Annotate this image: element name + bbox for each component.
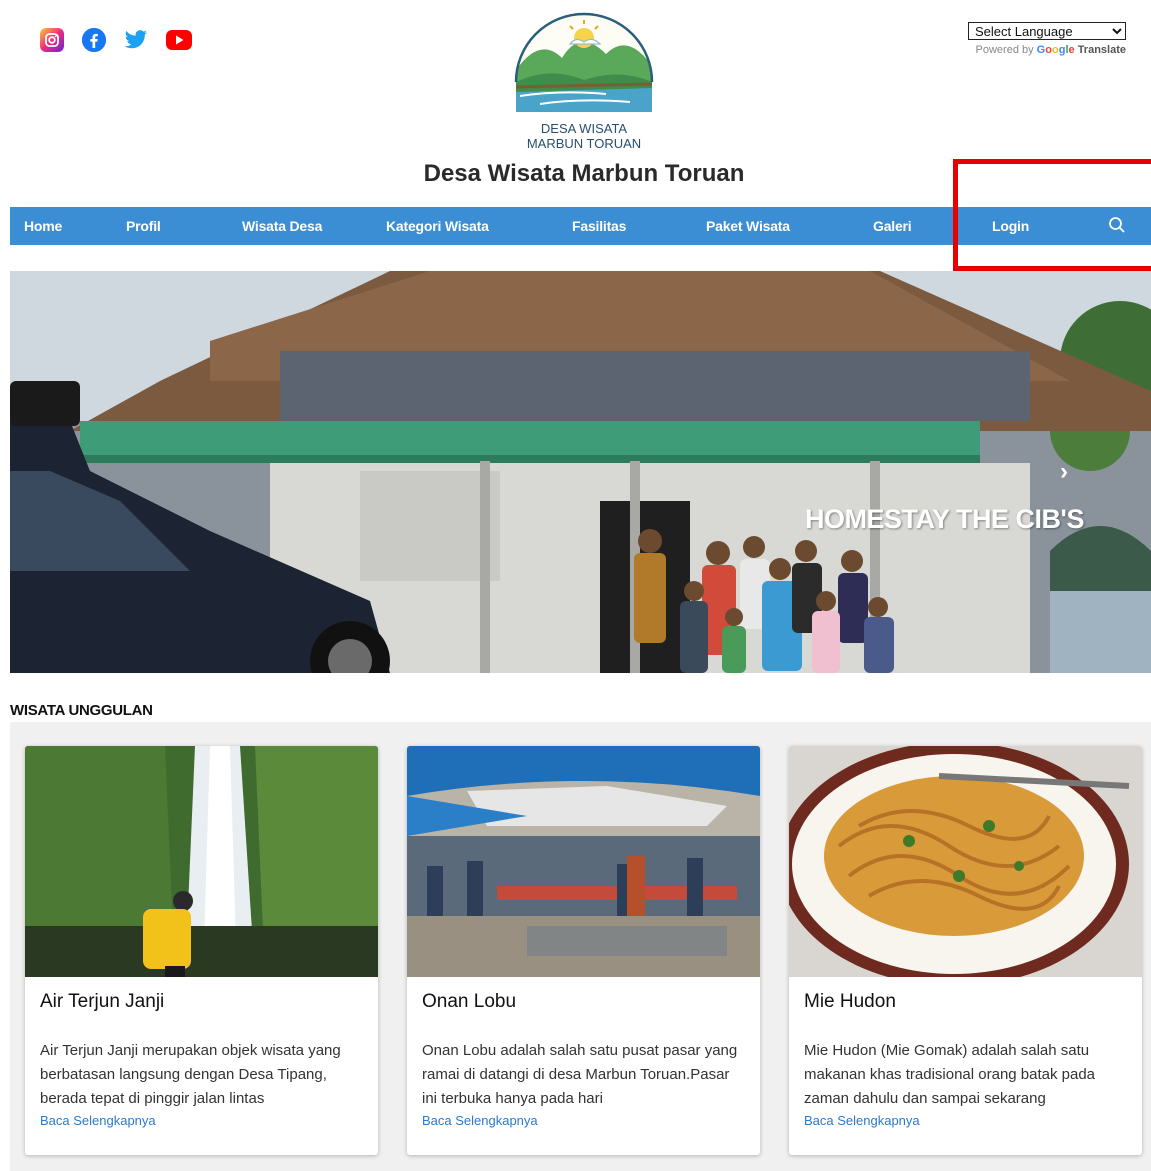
nav-galeri[interactable]: Galeri	[873, 218, 912, 234]
card-image-waterfall[interactable]	[25, 746, 378, 977]
read-more-link[interactable]: Baca Selengkapnya	[40, 1113, 378, 1128]
slider-next-arrow[interactable]: ›	[1060, 458, 1068, 486]
search-icon[interactable]	[1108, 216, 1126, 234]
card-excerpt: Onan Lobu adalah salah satu pusat pasar …	[422, 1042, 738, 1107]
language-widget: Select Language Powered by Google Transl…	[968, 22, 1126, 56]
nav-kategori-wisata[interactable]: Kategori Wisata	[386, 218, 489, 234]
card-air-terjun-janji[interactable]: Air Terjun Janji Air Terjun Janji merupa…	[25, 746, 378, 1155]
twitter-icon[interactable]	[124, 28, 148, 52]
logo-text-line1: DESA WISATA	[541, 121, 628, 136]
read-more-link[interactable]: Baca Selengkapnya	[804, 1113, 1142, 1128]
card-image-noodles[interactable]	[789, 746, 1142, 977]
nav-paket-wisata[interactable]: Paket Wisata	[706, 218, 790, 234]
powered-by: Powered by Google Translate	[968, 44, 1126, 56]
read-more-link[interactable]: Baca Selengkapnya	[422, 1113, 760, 1128]
card-excerpt: Air Terjun Janji merupakan objek wisata …	[40, 1042, 341, 1107]
nav-wisata-desa[interactable]: Wisata Desa	[242, 218, 322, 234]
section-title: WISATA UNGGULAN	[10, 702, 153, 719]
hero-caption: HOMESTAY THE CIB'S	[805, 504, 1084, 534]
card-title[interactable]: Air Terjun Janji	[40, 991, 378, 1017]
site-title: Desa Wisata Marbun Toruan	[423, 160, 745, 187]
hero-slider[interactable]: › HOMESTAY THE CIB'S	[10, 271, 1151, 673]
facebook-icon[interactable]	[82, 28, 106, 52]
instagram-icon[interactable]	[40, 28, 64, 52]
card-title[interactable]: Mie Hudon	[804, 991, 1142, 1017]
site-logo[interactable]: DESA WISATA MARBUN TORUAN	[510, 10, 658, 155]
nav-fasilitas[interactable]: Fasilitas	[572, 218, 626, 234]
card-title[interactable]: Onan Lobu	[422, 991, 760, 1017]
card-image-market[interactable]	[407, 746, 760, 977]
powered-by-label: Powered by	[975, 44, 1034, 56]
card-onan-lobu[interactable]: Onan Lobu Onan Lobu adalah salah satu pu…	[407, 746, 760, 1155]
social-links	[40, 28, 192, 52]
main-nav: Home Profil Wisata Desa Kategori Wisata …	[10, 207, 1151, 245]
nav-login[interactable]: Login	[992, 218, 1029, 234]
card-excerpt: Mie Hudon (Mie Gomak) adalah salah satu …	[804, 1042, 1096, 1107]
hero-image	[10, 271, 1151, 673]
logo-text-line2: MARBUN TORUAN	[527, 136, 641, 151]
language-select[interactable]: Select Language	[968, 22, 1126, 40]
card-mie-hudon[interactable]: Mie Hudon Mie Hudon (Mie Gomak) adalah s…	[789, 746, 1142, 1155]
google-logo[interactable]: Google	[1037, 44, 1075, 56]
translate-link[interactable]: Translate	[1078, 44, 1126, 56]
nav-home[interactable]: Home	[24, 218, 62, 234]
youtube-icon[interactable]	[166, 30, 192, 50]
nav-profil[interactable]: Profil	[126, 218, 161, 234]
